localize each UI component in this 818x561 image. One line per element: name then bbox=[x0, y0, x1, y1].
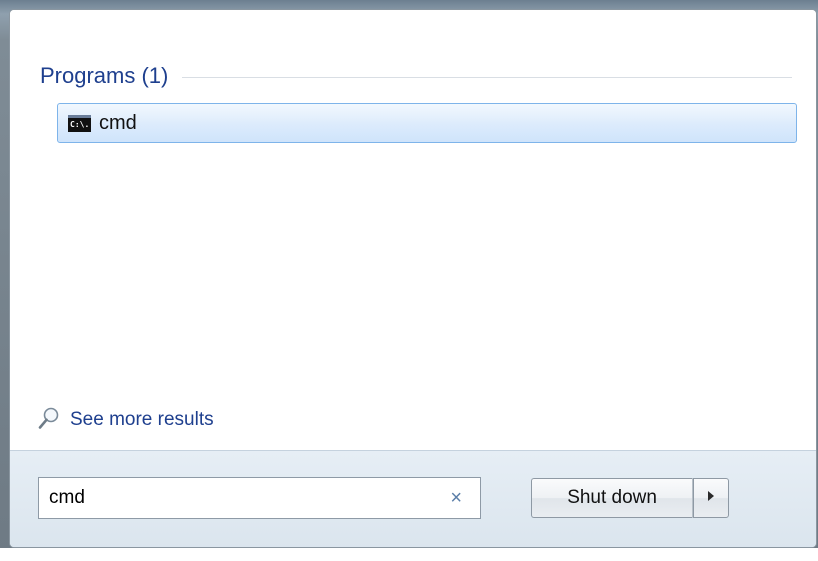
clear-search-icon[interactable]: × bbox=[450, 486, 462, 510]
shutdown-button[interactable]: Shut down bbox=[531, 478, 693, 518]
see-more-results-label: See more results bbox=[70, 409, 214, 430]
result-item-label: cmd bbox=[99, 111, 137, 134]
chevron-right-icon bbox=[706, 489, 716, 507]
see-more-results-link[interactable]: See more results bbox=[38, 405, 214, 435]
section-divider bbox=[182, 76, 792, 78]
shutdown-options-button[interactable] bbox=[693, 478, 729, 518]
programs-section-title: Programs (1) bbox=[40, 63, 169, 88]
magnifier-icon bbox=[38, 406, 60, 435]
start-menu-bottom-bar: × Shut down bbox=[10, 450, 816, 547]
frame-bottom-strip bbox=[0, 548, 818, 561]
search-box[interactable]: × bbox=[38, 477, 481, 519]
programs-section-header: Programs (1) bbox=[40, 62, 792, 90]
console-icon: C:\. bbox=[68, 114, 91, 132]
search-results-area: Programs (1) C:\. cmd See more results bbox=[10, 10, 816, 450]
console-icon-text: C:\. bbox=[70, 119, 90, 129]
search-input[interactable] bbox=[49, 487, 409, 509]
shutdown-group: Shut down bbox=[531, 478, 729, 518]
result-item-cmd[interactable]: C:\. cmd bbox=[57, 103, 797, 143]
start-menu-panel: Programs (1) C:\. cmd See more results × bbox=[9, 9, 817, 548]
